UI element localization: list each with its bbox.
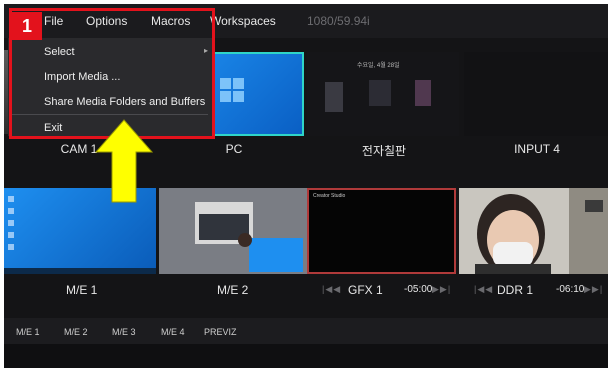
source-thumbnail-me2[interactable] bbox=[159, 188, 307, 274]
gfx1-timecode: -05:00 bbox=[404, 284, 433, 295]
source-label-ddr1: DDR 1 bbox=[497, 283, 534, 297]
tab-me2[interactable]: M/E 2 bbox=[64, 327, 88, 337]
source-label-me1: M/E 1 bbox=[66, 283, 98, 297]
resolution-readout: 1080/59.94i bbox=[307, 14, 370, 28]
rewind-icon[interactable]: |◀◀ bbox=[322, 284, 341, 295]
whiteboard-date-title: 수요일, 4월 28일 bbox=[357, 63, 400, 69]
source-label-pc: PC bbox=[225, 142, 243, 156]
source-thumbnail-ddr1[interactable] bbox=[459, 188, 608, 274]
bottom-panel bbox=[4, 344, 608, 368]
tricaster-app-window: File Options Macros Workspaces 1080/59.9… bbox=[4, 4, 608, 368]
fast-forward-icon[interactable]: ▶▶| bbox=[584, 284, 603, 295]
source-thumbnail-gfx1[interactable]: Creator Studio bbox=[307, 188, 456, 274]
ddr1-timecode: -06:10 bbox=[556, 284, 585, 295]
rewind-icon[interactable]: |◀◀ bbox=[474, 284, 493, 295]
source-label-input4: INPUT 4 bbox=[514, 142, 560, 156]
step-number-badge: 1 bbox=[12, 12, 42, 40]
tab-me1[interactable]: M/E 1 bbox=[16, 327, 40, 337]
source-thumbnail-whiteboard[interactable]: 수요일, 4월 28일 bbox=[307, 52, 459, 136]
menu-workspaces[interactable]: Workspaces bbox=[210, 14, 276, 28]
tab-me3[interactable]: M/E 3 bbox=[112, 327, 136, 337]
tab-previz[interactable]: PREVIZ bbox=[204, 327, 237, 337]
gfx-inner-title: Creator Studio bbox=[313, 193, 346, 199]
source-label-me2: M/E 2 bbox=[217, 283, 249, 297]
presenter-video-image bbox=[459, 188, 608, 274]
up-arrow-icon bbox=[94, 119, 154, 203]
tab-me4[interactable]: M/E 4 bbox=[161, 327, 185, 337]
source-thumbnail-input4[interactable] bbox=[464, 52, 608, 136]
source-label-whiteboard: 전자칠판 bbox=[361, 144, 407, 158]
classroom-scene-image bbox=[159, 188, 307, 274]
fast-forward-icon[interactable]: ▶▶| bbox=[432, 284, 451, 295]
me-tab-bar: M/E 1 M/E 2 M/E 3 M/E 4 PREVIZ bbox=[4, 318, 608, 344]
source-label-gfx1: GFX 1 bbox=[348, 283, 383, 297]
